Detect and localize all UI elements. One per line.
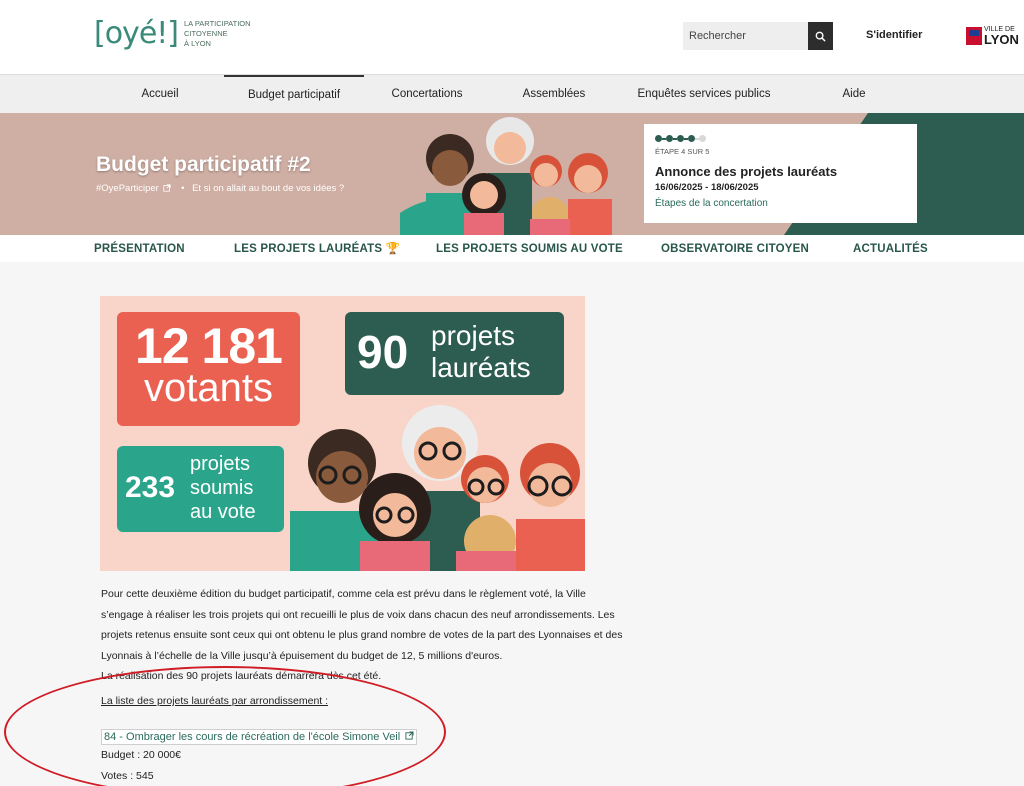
oye-logo[interactable]: [oyé!] LA PARTICIPATION CITOYENNE À LYON	[94, 14, 251, 54]
logo-text: LA PARTICIPATION CITOYENNE À LYON	[184, 19, 251, 49]
lion-flag-icon	[966, 27, 982, 45]
laureats-label-line: projets	[431, 320, 516, 351]
soumis-label: projets soumis au vote	[190, 452, 256, 524]
nav-concertations[interactable]: Concertations	[382, 75, 472, 114]
tab-actualites[interactable]: ACTUALITÉS	[853, 235, 928, 262]
laureats-number: 90	[357, 326, 409, 378]
highlight-annotation	[4, 666, 446, 786]
sub-nav: PRÉSENTATION LES PROJETS LAURÉATS 🏆 LES …	[0, 235, 1024, 262]
soumis-label-line: au vote	[190, 501, 256, 523]
main-nav: Accueil Budget participatif Concertation…	[0, 74, 1024, 113]
search-icon	[815, 31, 826, 42]
banner-illustration	[400, 117, 612, 235]
tab-projets-laureats[interactable]: LES PROJETS LAURÉATS 🏆	[234, 235, 400, 262]
stage-link[interactable]: Étapes de la concertation	[655, 198, 768, 209]
external-link-icon	[163, 184, 172, 192]
intro-line: s’engage à réaliser les trois projets qu…	[101, 608, 615, 621]
soumis-label-line: soumis	[190, 477, 254, 499]
city-label-big: LYON	[984, 32, 1019, 47]
intro-line: projets retenus ensuite sont ceux qui on…	[101, 629, 623, 641]
search-button[interactable]	[808, 22, 833, 50]
nav-assemblees[interactable]: Assemblées	[514, 75, 594, 114]
logo-line: À LYON	[184, 39, 211, 48]
votants-box: 12 181 votants	[117, 312, 300, 426]
banner-subtitle: #OyeParticiper • Et si on allait au bout…	[96, 183, 344, 194]
people-illustration	[290, 405, 585, 571]
laureats-label: projets lauréats	[431, 320, 531, 384]
page-title: Budget participatif #2	[96, 153, 311, 176]
votants-label: votants	[144, 366, 273, 410]
stage-card: ÉTAPE 4 SUR 5 Annonce des projets lauréa…	[644, 124, 917, 223]
separator: •	[181, 183, 185, 194]
signin-link[interactable]: S'identifier	[866, 29, 922, 41]
stage-progress	[655, 135, 706, 142]
intro-line: Lyonnais à l’échelle de la Ville jusqu’à…	[101, 649, 503, 662]
soumis-box: 233 projets soumis au vote	[117, 446, 284, 532]
tab-presentation[interactable]: PRÉSENTATION	[94, 235, 185, 262]
intro-line: Pour cette deuxième édition du budget pa…	[101, 588, 586, 600]
laureats-box: 90 projets lauréats	[345, 312, 564, 395]
soumis-label-line: projets	[190, 453, 251, 475]
results-infographic: 12 181 votants 90 projets lauréats 233 p…	[100, 296, 585, 571]
tab-projets-soumis[interactable]: LES PROJETS SOUMIS AU VOTE	[436, 235, 623, 262]
laureats-label-line: lauréats	[431, 352, 531, 383]
nav-budget-participatif[interactable]: Budget participatif	[224, 75, 364, 114]
tab-observatoire[interactable]: OBSERVATOIRE CITOYEN	[661, 235, 809, 262]
search-input[interactable]	[683, 22, 809, 50]
logo-line: LA PARTICIPATION	[184, 19, 251, 28]
stage-step: ÉTAPE 4 SUR 5	[655, 147, 710, 156]
main-content: 12 181 votants 90 projets lauréats 233 p…	[0, 262, 1024, 786]
nav-aide[interactable]: Aide	[830, 75, 878, 114]
nav-accueil[interactable]: Accueil	[125, 75, 195, 114]
votants-number: 12 181	[135, 318, 283, 374]
stage-dates: 16/06/2025 - 18/06/2025	[655, 182, 759, 193]
stage-name: Annonce des projets lauréats	[655, 164, 838, 179]
logo-mark: [oyé!]	[94, 16, 179, 51]
banner-tagline: Et si on allait au bout de vos idées ?	[192, 183, 345, 194]
hashtag-link[interactable]: #OyeParticiper	[96, 183, 159, 194]
nav-enquetes[interactable]: Enquêtes services publics	[634, 75, 774, 114]
soumis-number: 233	[125, 471, 176, 504]
logo-line: CITOYENNE	[184, 29, 228, 38]
ville-de-lyon-logo[interactable]: VILLE DE LYON	[966, 26, 1020, 46]
site-header: [oyé!] LA PARTICIPATION CITOYENNE À LYON…	[0, 0, 1024, 74]
